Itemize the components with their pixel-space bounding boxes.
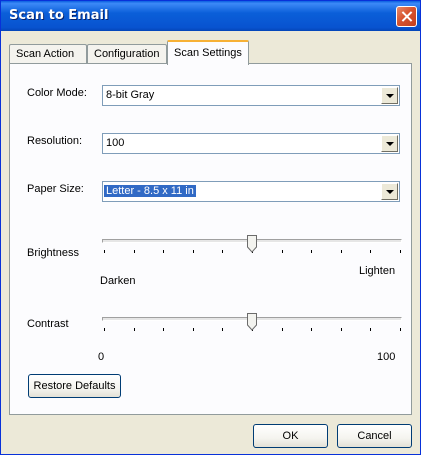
color-mode-value: 8-bit Gray (106, 89, 155, 101)
brightness-max-label: Lighten (359, 265, 396, 277)
scan-settings-panel: Color Mode: 8-bit Gray Resolution: 100 P… (9, 63, 412, 415)
slider-tick (341, 250, 342, 253)
slider-tick (134, 250, 135, 253)
color-mode-select[interactable]: 8-bit Gray (102, 85, 400, 106)
brightness-slider-thumb[interactable] (247, 235, 257, 253)
resolution-select[interactable]: 100 (102, 133, 400, 154)
slider-tick (311, 328, 312, 331)
chevron-down-icon[interactable] (381, 135, 398, 152)
slider-tick (400, 328, 401, 331)
tab-scan-settings[interactable]: Scan Settings (167, 40, 249, 65)
close-button[interactable] (396, 6, 417, 27)
slider-tick (134, 328, 135, 331)
tab-scan-action[interactable]: Scan Action (9, 44, 87, 64)
slider-tick (104, 250, 105, 253)
slider-tick (282, 328, 283, 331)
paper-size-select[interactable]: Letter - 8.5 x 11 in (102, 181, 400, 202)
cancel-button[interactable]: Cancel (337, 424, 412, 448)
contrast-label: Contrast (27, 318, 69, 330)
contrast-slider-thumb[interactable] (247, 313, 257, 331)
chevron-down-icon[interactable] (381, 87, 398, 104)
paper-size-label: Paper Size: (27, 183, 84, 195)
slider-tick (311, 250, 312, 253)
contrast-slider[interactable] (102, 313, 402, 335)
restore-defaults-button[interactable]: Restore Defaults (28, 374, 121, 398)
resolution-value: 100 (106, 137, 125, 149)
slider-tick (370, 250, 371, 253)
slider-tick (104, 328, 105, 331)
tab-configuration[interactable]: Configuration (87, 44, 167, 64)
color-mode-label: Color Mode: (27, 87, 87, 99)
slider-tick (163, 328, 164, 331)
brightness-min-label: Darken (100, 275, 136, 287)
title-bar[interactable]: Scan to Email (1, 1, 420, 31)
window-title: Scan to Email (9, 8, 109, 23)
contrast-min-label: 0 (98, 351, 105, 363)
paper-size-value: Letter - 8.5 x 11 in (104, 185, 196, 197)
slider-tick (282, 250, 283, 253)
slider-tick (193, 250, 194, 253)
brightness-label: Brightness (27, 247, 79, 259)
brightness-slider[interactable] (102, 235, 402, 257)
slider-tick (370, 328, 371, 331)
slider-tick (341, 328, 342, 331)
chevron-down-icon[interactable] (381, 183, 398, 200)
ok-button[interactable]: OK (253, 424, 328, 448)
slider-tick (400, 250, 401, 253)
slider-tick (193, 328, 194, 331)
scan-to-email-window: Scan to Email Scan Action Configuration … (0, 0, 421, 455)
resolution-label: Resolution: (27, 135, 83, 147)
slider-tick (163, 250, 164, 253)
contrast-max-label: 100 (377, 351, 396, 363)
slider-tick (222, 328, 223, 331)
slider-tick (222, 250, 223, 253)
